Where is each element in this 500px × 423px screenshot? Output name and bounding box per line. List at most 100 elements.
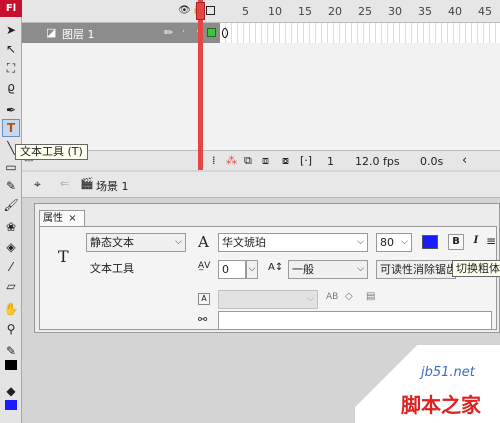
close-icon[interactable]: × bbox=[68, 213, 76, 224]
link-icon: ⚯ bbox=[198, 313, 208, 326]
subselection-tool-icon[interactable]: ↖ bbox=[2, 40, 20, 58]
stroke-color-icon[interactable]: ✎ bbox=[2, 342, 20, 360]
elapsed-time: 0.0s bbox=[420, 155, 444, 168]
link-input[interactable] bbox=[218, 311, 492, 330]
playhead-handle[interactable] bbox=[196, 2, 205, 20]
border-icon[interactable]: ▤ bbox=[366, 291, 375, 302]
chevron-down-icon: ⌵ bbox=[357, 264, 364, 274]
font-family-value: 华文琥珀 bbox=[222, 236, 266, 249]
eye-icon[interactable]: 👁 bbox=[178, 5, 191, 16]
bold-button[interactable]: B bbox=[448, 234, 464, 250]
paint-bucket-tool-icon[interactable]: ◈ bbox=[2, 238, 20, 256]
scroll-left-icon[interactable]: ‹ bbox=[462, 153, 467, 168]
tab-label: 属性 bbox=[43, 213, 63, 224]
zoom-tool-icon[interactable]: ⚲ bbox=[2, 320, 20, 338]
outline-icon[interactable] bbox=[206, 6, 215, 15]
frame-number: 10 bbox=[268, 5, 282, 18]
antialias-value: 可读性消除锯齿 bbox=[380, 263, 456, 276]
tool-name-label: 文本工具 bbox=[90, 262, 134, 275]
scene-name[interactable]: 场景 1 bbox=[96, 178, 129, 194]
frame-number: 25 bbox=[358, 5, 372, 18]
tab-properties[interactable]: 属性 × bbox=[39, 210, 85, 226]
url-icon: A bbox=[198, 293, 210, 305]
frame-number: 35 bbox=[418, 5, 432, 18]
layer-row[interactable]: ◪ 图层 1 ✏ · · bbox=[22, 23, 220, 43]
chevron-down-icon[interactable]: ⌵ bbox=[246, 260, 258, 279]
frame-number: 30 bbox=[388, 5, 402, 18]
font-icon: A bbox=[198, 233, 209, 251]
frame-cells[interactable] bbox=[220, 23, 500, 43]
properties-content: T 静态文本 ⌵ 文本工具 A 华文琥珀 ⌵ 80 ⌵ B I ≡ A̲V 0 … bbox=[39, 226, 500, 330]
flash-logo: Fl bbox=[0, 0, 22, 17]
text-tool-icon[interactable]: T bbox=[2, 119, 20, 137]
frame-number: 15 bbox=[298, 5, 312, 18]
layer-color-icon[interactable] bbox=[207, 28, 216, 37]
free-transform-tool-icon[interactable]: ⛶ bbox=[2, 59, 20, 77]
font-size-select[interactable]: 80 ⌵ bbox=[376, 233, 412, 252]
align-icon[interactable]: ≡ bbox=[486, 234, 496, 248]
drag-handle-icon[interactable]: ⁞ bbox=[212, 154, 216, 167]
baseline-icon: A↕ bbox=[268, 262, 284, 273]
timeline-status-bar: ⁞ ⁂ ⧉ ⧈ ⧇ [·] 1 12.0 fps 0.0s ‹ bbox=[22, 150, 500, 170]
center-frame-icon[interactable]: ⁂ bbox=[226, 154, 237, 167]
frame-rate[interactable]: 12.0 fps bbox=[355, 155, 400, 168]
playhead[interactable] bbox=[198, 0, 203, 170]
layer-icon: ◪ bbox=[46, 26, 57, 39]
visibility-dot-icon[interactable]: · bbox=[182, 27, 185, 37]
text-type-value: 静态文本 bbox=[90, 236, 134, 249]
bold-tooltip: 切换粗体 bbox=[452, 260, 500, 277]
letter-spacing-input[interactable]: 0 bbox=[218, 260, 246, 279]
stroke-color-swatch[interactable] bbox=[5, 360, 17, 370]
fill-color-icon[interactable]: ◆ bbox=[2, 382, 20, 400]
watermark: jb51.net 脚本之家 bbox=[355, 345, 500, 423]
stage-icon[interactable]: ⌖ bbox=[34, 177, 41, 192]
selection-tool-icon[interactable]: ➤ bbox=[2, 21, 20, 39]
character-position-value: 一般 bbox=[292, 263, 314, 276]
brush-tool-icon[interactable]: 🖌 bbox=[2, 196, 20, 214]
text-color-swatch[interactable] bbox=[422, 235, 438, 249]
edit-multiple-icon[interactable]: ⧇ bbox=[282, 154, 289, 168]
url-target-select: ⌵ bbox=[218, 290, 318, 309]
rectangle-tool-icon[interactable]: ▭ bbox=[2, 158, 20, 176]
chevron-down-icon: ⌵ bbox=[307, 294, 314, 304]
current-frame: 1 bbox=[327, 155, 334, 168]
frame-number: 5 bbox=[242, 5, 249, 18]
text-tool-big-icon: T bbox=[58, 247, 69, 266]
tools-panel: Fl ➤ ↖ ⛶ ϱ ✒ T ╲ ▭ ✎ 🖌 ❀ ◈ ⁄ ▱ ✋ ⚲ ✎ ◆ bbox=[0, 0, 22, 423]
font-family-select[interactable]: 华文琥珀 ⌵ bbox=[218, 233, 368, 252]
onion-skin-icon[interactable]: ⧉ bbox=[244, 154, 252, 168]
font-size-value: 80 bbox=[380, 236, 394, 249]
watermark-site: 脚本之家 bbox=[401, 393, 481, 417]
letter-spacing-icon: A̲V bbox=[198, 261, 211, 271]
timeline-panel: 👁 🔒 5 10 15 20 25 30 35 40 45 ◪ 图层 1 ✏ ·… bbox=[22, 0, 500, 170]
character-position-select[interactable]: 一般 ⌵ bbox=[288, 260, 368, 279]
chevron-down-icon: ⌵ bbox=[401, 237, 408, 247]
pen-tool-icon[interactable]: ✒ bbox=[2, 101, 20, 119]
html-render-icon[interactable]: ◇ bbox=[345, 291, 353, 302]
frame-number: 45 bbox=[478, 5, 492, 18]
chevron-down-icon: ⌵ bbox=[357, 237, 364, 247]
back-arrow-icon[interactable]: ⇐ bbox=[60, 177, 69, 190]
selectable-text-icon[interactable]: AB bbox=[326, 292, 338, 302]
keyframe-icon[interactable] bbox=[222, 28, 228, 38]
italic-button[interactable]: I bbox=[468, 234, 484, 250]
lasso-tool-icon[interactable]: ϱ bbox=[2, 78, 20, 96]
text-type-select[interactable]: 静态文本 ⌵ bbox=[86, 233, 186, 252]
frame-number: 40 bbox=[448, 5, 462, 18]
scene-icon: 🎬 bbox=[80, 177, 94, 190]
frame-number: 20 bbox=[328, 5, 342, 18]
fill-color-swatch[interactable] bbox=[5, 400, 17, 410]
antialias-select[interactable]: 可读性消除锯齿 bbox=[376, 260, 456, 279]
tool-tooltip: 文本工具 (T) bbox=[15, 144, 88, 160]
onion-outline-icon[interactable]: ⧈ bbox=[262, 154, 269, 168]
watermark-domain: jb51.net bbox=[421, 365, 475, 380]
deco-tool-icon[interactable]: ❀ bbox=[2, 218, 20, 236]
hand-tool-icon[interactable]: ✋ bbox=[2, 300, 20, 318]
pencil-tool-icon[interactable]: ✎ bbox=[2, 177, 20, 195]
onion-markers-icon[interactable]: [·] bbox=[300, 154, 312, 167]
eyedropper-tool-icon[interactable]: ⁄ bbox=[2, 258, 20, 276]
layer-name[interactable]: 图层 1 bbox=[62, 26, 95, 42]
eraser-tool-icon[interactable]: ▱ bbox=[2, 277, 20, 295]
scene-bar: ⌖ ⇐ 🎬 场景 1 bbox=[22, 172, 500, 198]
chevron-down-icon: ⌵ bbox=[175, 237, 182, 247]
